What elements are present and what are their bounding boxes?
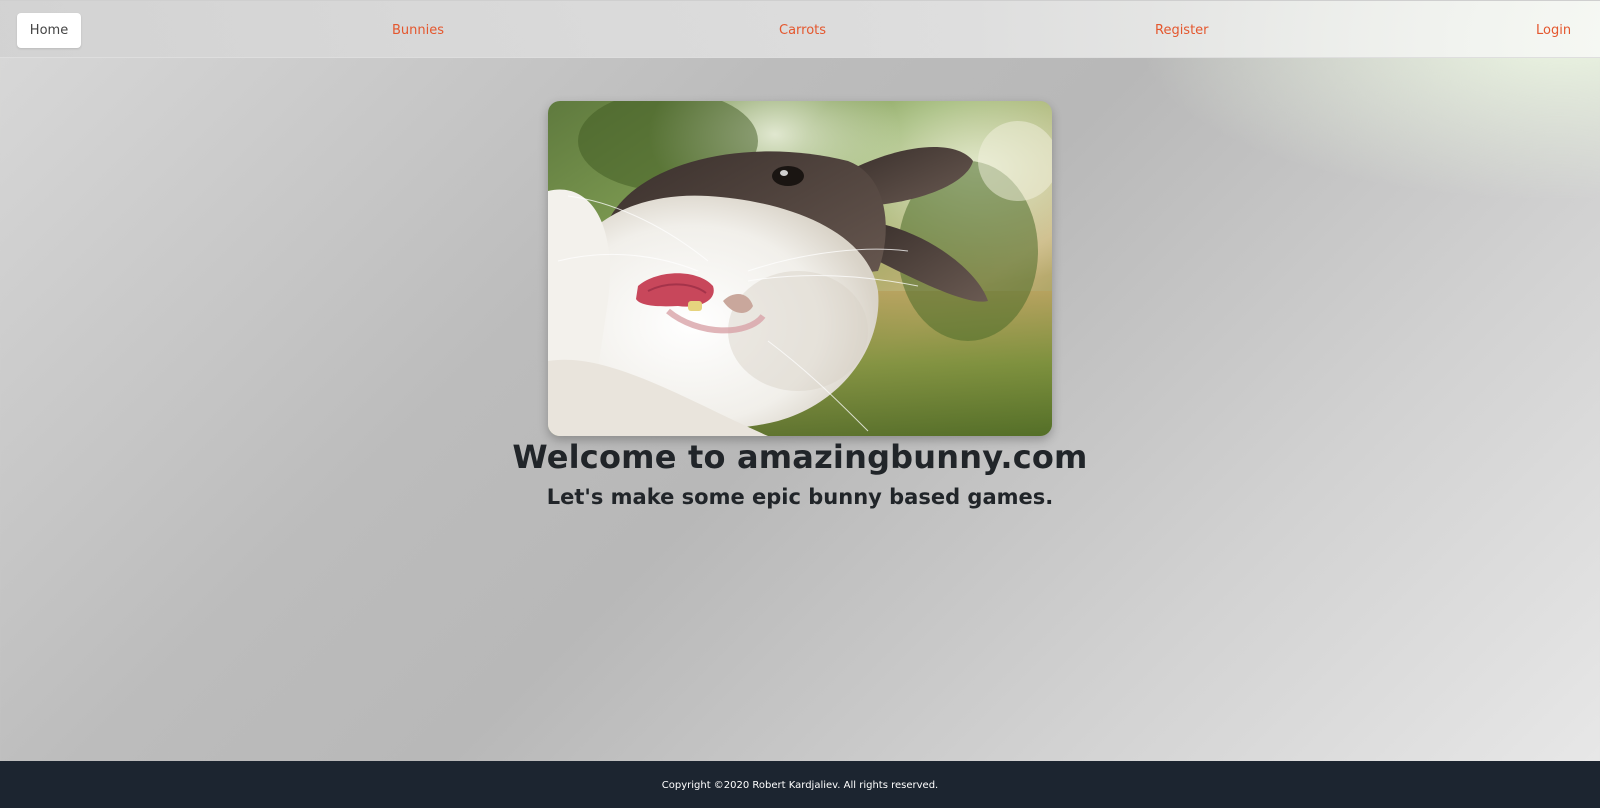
top-navbar: Home Bunnies Carrots Register Login [0, 0, 1600, 58]
page-subtitle: Let's make some epic bunny based games. [546, 485, 1054, 509]
bunny-photo-icon [548, 101, 1052, 436]
hero-bunny-image [548, 101, 1052, 436]
nav-home-button[interactable]: Home [17, 13, 81, 48]
page-title: Welcome to amazingbunny.com [512, 438, 1088, 476]
nav-link-register[interactable]: Register [1155, 13, 1209, 48]
footer-copyright: Copyright ©2020 Robert Kardjaliev. All r… [661, 780, 939, 791]
footer: Copyright ©2020 Robert Kardjaliev. All r… [0, 761, 1600, 808]
nav-link-carrots[interactable]: Carrots [779, 13, 826, 48]
nav-link-bunnies[interactable]: Bunnies [392, 13, 444, 48]
nav-link-login[interactable]: Login [1536, 13, 1571, 48]
